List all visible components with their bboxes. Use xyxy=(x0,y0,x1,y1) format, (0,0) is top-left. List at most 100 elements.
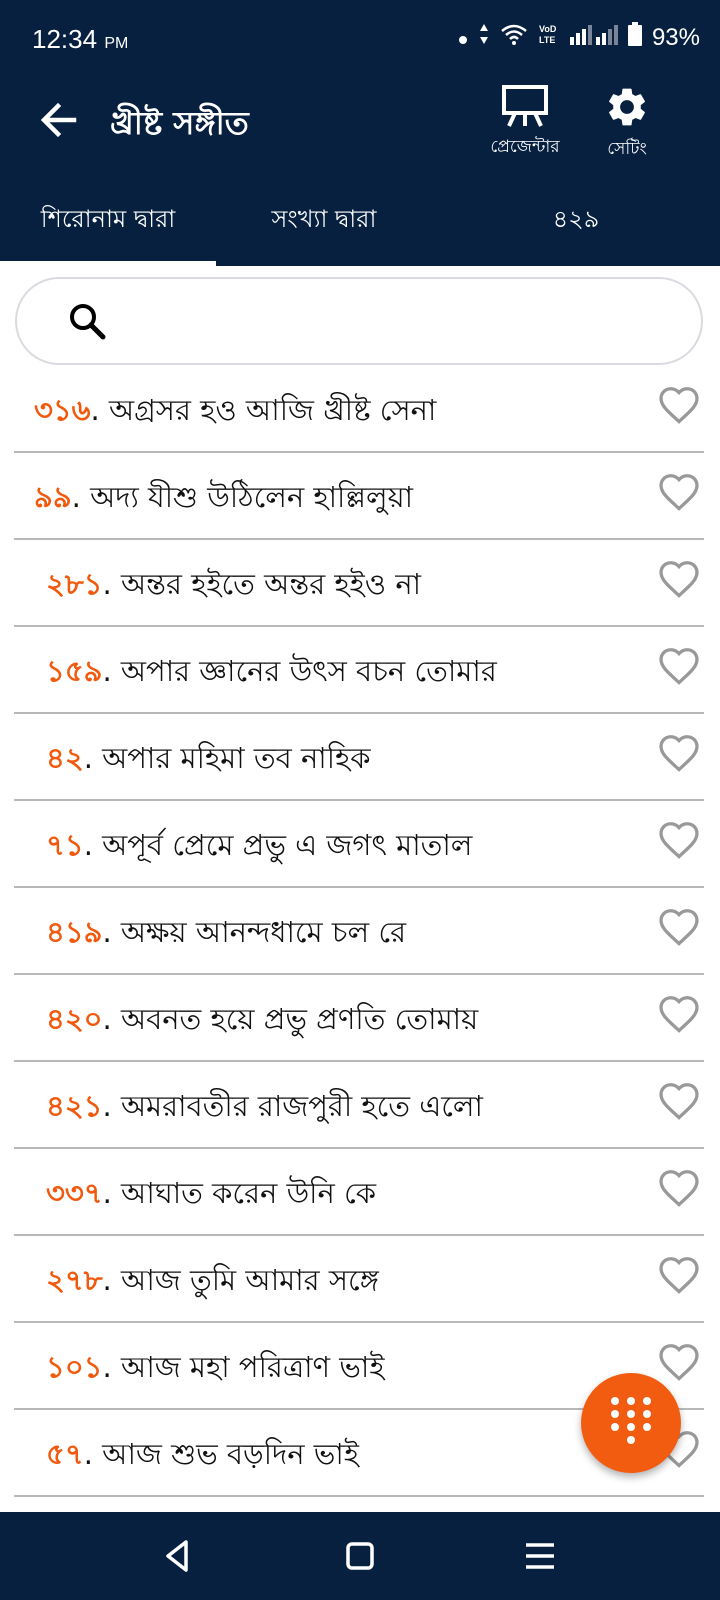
song-number: ২৮১ xyxy=(46,567,103,601)
list-item[interactable]: ৩১৬. অগ্রসর হও আজি খ্রীষ্ট সেনা xyxy=(14,366,704,453)
song-title: অগ্রসর হও আজি খ্রীষ্ট সেনা xyxy=(108,393,437,427)
volte-icon: VoD LTE xyxy=(538,22,560,53)
song-title: আজ তুমি আমার সঙ্গে xyxy=(120,1263,379,1297)
song-number: ৪২ xyxy=(46,741,84,775)
svg-text:LTE: LTE xyxy=(539,35,555,45)
list-item[interactable]: ৪২১. অমরাবতীর রাজপুরী হতে এলো xyxy=(14,1062,704,1149)
status-icons: VoD LTE 93% xyxy=(458,22,700,53)
heart-outline-icon[interactable] xyxy=(656,906,702,950)
list-item[interactable]: ৪২০. অবনত হয়ে প্রভু প্রণতি তোমায় xyxy=(14,975,704,1062)
dialpad-icon xyxy=(611,1397,651,1444)
song-text: ২৭৮. আজ তুমি আমার সঙ্গে xyxy=(46,1263,379,1297)
song-title: আজ মহা পরিত্রাণ ভাই xyxy=(120,1350,385,1384)
song-text: ৩১৬. অগ্রসর হও আজি খ্রীষ্ট সেনা xyxy=(34,393,437,427)
song-title: অবনত হয়ে প্রভু প্রণতি তোমায় xyxy=(120,1002,479,1036)
tab-count[interactable]: ৪২৯ xyxy=(432,176,720,266)
song-title: অন্তর হইতে অন্তর হইও না xyxy=(120,567,422,601)
song-title: অপার জ্ঞানের উৎস বচন তোমার xyxy=(120,654,497,688)
notification-dot-icon xyxy=(458,24,468,52)
list-item[interactable]: ১৫৯. অপার জ্ঞানের উৎস বচন তোমার xyxy=(14,627,704,714)
tab-by-number[interactable]: সংখ্যা দ্বারা xyxy=(216,176,432,266)
song-title: অপার মহিমা তব নাহিক xyxy=(102,741,371,775)
settings-label: সেটিং xyxy=(607,139,647,159)
song-text: ৪২০. অবনত হয়ে প্রভু প্রণতি তোমায় xyxy=(46,1002,479,1036)
dialpad-fab-button[interactable] xyxy=(581,1373,681,1473)
song-text: ৪২. অপার মহিমা তব নাহিক xyxy=(46,741,371,775)
presenter-easel-icon xyxy=(502,85,548,127)
song-text: ৪১৯. অক্ষয় আনন্দধামে চল রে xyxy=(46,915,407,949)
list-item[interactable]: ৯৯. অদ্য যীশু উঠিলেন হাল্লিলুয়া xyxy=(14,453,704,540)
search-icon xyxy=(67,301,107,345)
svg-text:VoD: VoD xyxy=(539,24,557,34)
song-text: ৪২১. অমরাবতীর রাজপুরী হতে এলো xyxy=(46,1089,483,1123)
song-title: আঘাত করেন উনি কে xyxy=(121,1176,377,1210)
song-number: ১৫৯ xyxy=(46,654,103,688)
song-number: ৭১ xyxy=(46,828,84,862)
song-title: আজ শুভ বড়দিন ভাই xyxy=(102,1437,359,1471)
signal-strength-icon xyxy=(569,23,618,52)
nav-home-icon[interactable] xyxy=(340,1536,380,1576)
song-number: ৫৭ xyxy=(46,1437,84,1471)
song-text: ৭১. অপূর্ব প্রেমে প্রভু এ জগৎ মাতাল xyxy=(46,828,473,862)
search-bar[interactable] xyxy=(15,277,703,365)
song-text: ২৮১. অন্তর হইতে অন্তর হইও না xyxy=(46,567,422,601)
heart-outline-icon[interactable] xyxy=(656,645,702,689)
tab-bar: শিরোনাম দ্বারা সংখ্যা দ্বারা ৪২৯ xyxy=(0,176,720,266)
status-bar: 12:34 PM VoD LTE 93% xyxy=(0,0,720,64)
song-title: অপূর্ব প্রেমে প্রভু এ জগৎ মাতাল xyxy=(102,828,473,862)
song-title: অদ্য যীশু উঠিলেন হাল্লিলুয়া xyxy=(90,480,414,514)
song-number: ৯৯ xyxy=(34,480,72,514)
heart-outline-icon[interactable] xyxy=(656,1167,702,1211)
song-number: ৩১৬ xyxy=(34,393,91,427)
arrow-left-icon xyxy=(40,102,77,138)
song-text: ৩৩৭. আঘাত করেন উনি কে xyxy=(46,1176,377,1210)
back-button[interactable] xyxy=(34,94,86,146)
settings-button[interactable]: সেটিং xyxy=(572,84,682,164)
battery-percent: 93% xyxy=(651,23,700,51)
song-number: ১০১ xyxy=(46,1350,103,1384)
heart-outline-icon[interactable] xyxy=(656,558,702,602)
nav-back-icon[interactable] xyxy=(158,1536,198,1576)
status-time-value: 12:34 xyxy=(32,24,98,54)
list-item[interactable]: ৭১. অপূর্ব প্রেমে প্রভু এ জগৎ মাতাল xyxy=(14,801,704,888)
list-item[interactable]: ৪১৯. অক্ষয় আনন্দধামে চল রে xyxy=(14,888,704,975)
song-text: ৯৯. অদ্য যীশু উঠিলেন হাল্লিলুয়া xyxy=(34,480,414,514)
heart-outline-icon[interactable] xyxy=(656,732,702,776)
heart-outline-icon[interactable] xyxy=(656,1080,702,1124)
song-list: ৩১৬. অগ্রসর হও আজি খ্রীষ্ট সেনা ৯৯. অদ্য… xyxy=(14,366,704,1497)
heart-outline-icon[interactable] xyxy=(656,384,702,428)
song-number: ৪২০ xyxy=(46,1002,103,1036)
page-title: খ্রীষ্ট সঙ্গীত xyxy=(110,104,249,142)
song-text: ৫৭. আজ শুভ বড়দিন ভাই xyxy=(46,1437,359,1471)
list-item[interactable]: ২৭৮. আজ তুমি আমার সঙ্গে xyxy=(14,1236,704,1323)
search-input[interactable] xyxy=(127,299,671,345)
tab-indicator xyxy=(0,261,216,266)
heart-outline-icon[interactable] xyxy=(656,471,702,515)
app-bar: খ্রীষ্ট সঙ্গীত প্রেজেন্টার সেটিং xyxy=(0,64,720,176)
song-number: ৪১৯ xyxy=(46,915,103,949)
data-arrows-icon xyxy=(478,22,490,53)
wifi-icon xyxy=(500,23,528,52)
song-title: অমরাবতীর রাজপুরী হতে এলো xyxy=(120,1089,483,1123)
song-number: ৪২১ xyxy=(46,1089,103,1123)
heart-outline-icon[interactable] xyxy=(656,1254,702,1298)
song-title: অক্ষয় আনন্দধামে চল রে xyxy=(120,915,407,949)
tab-by-title[interactable]: শিরোনাম দ্বারা xyxy=(0,176,216,266)
song-number: ২৭৮ xyxy=(46,1263,103,1297)
heart-outline-icon[interactable] xyxy=(656,819,702,863)
list-item[interactable]: ৩৩৭. আঘাত করেন উনি কে xyxy=(14,1149,704,1236)
song-text: ১৫৯. অপার জ্ঞানের উৎস বচন তোমার xyxy=(46,654,497,688)
song-text: ১০১. আজ মহা পরিত্রাণ ভাই xyxy=(46,1350,385,1384)
system-nav-bar xyxy=(0,1512,720,1600)
nav-menu-icon[interactable] xyxy=(520,1536,560,1576)
song-number: ৩৩৭ xyxy=(46,1176,103,1210)
heart-outline-icon[interactable] xyxy=(656,993,702,1037)
presenter-button[interactable]: প্রেজেন্টার xyxy=(470,84,580,162)
heart-outline-icon[interactable] xyxy=(656,1341,702,1385)
presenter-label: প্রেজেন্টার xyxy=(490,137,560,157)
list-item[interactable]: ৪২. অপার মহিমা তব নাহিক xyxy=(14,714,704,801)
gear-icon xyxy=(609,88,645,126)
list-item[interactable]: ২৮১. অন্তর হইতে অন্তর হইও না xyxy=(14,540,704,627)
status-time: 12:34 PM xyxy=(32,24,128,55)
battery-icon xyxy=(627,22,642,53)
